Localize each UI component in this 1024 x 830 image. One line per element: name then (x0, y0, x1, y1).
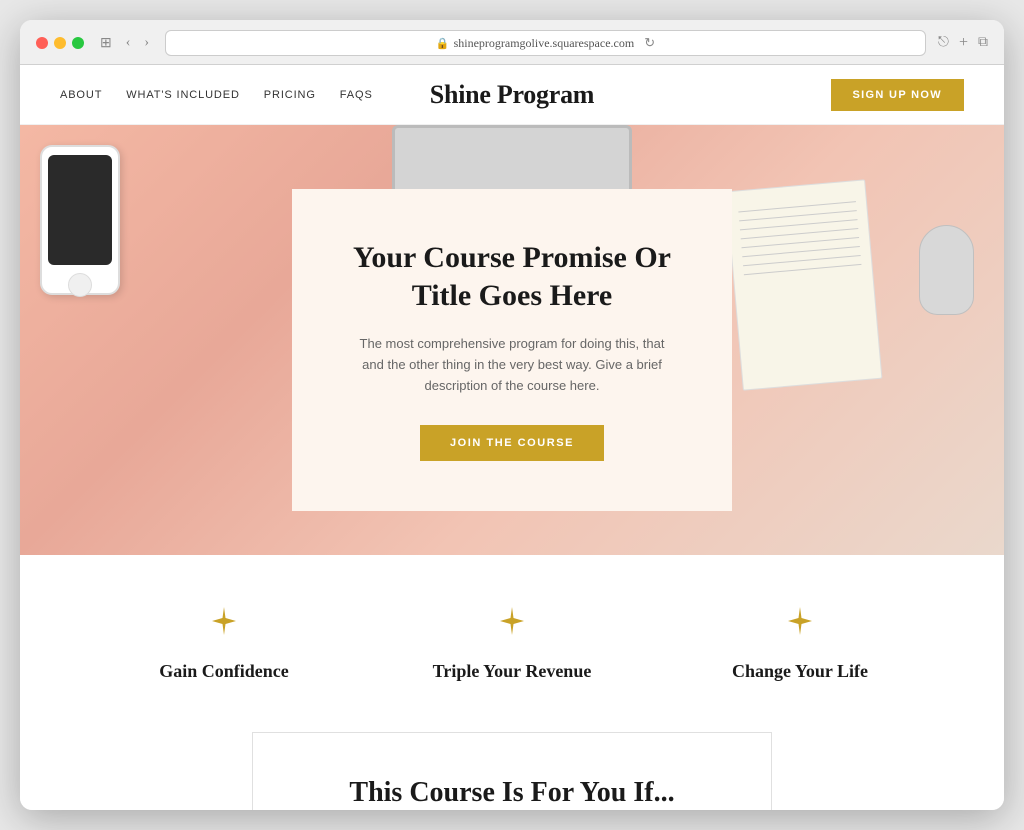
site-title: Shine Program (430, 80, 594, 110)
hero-mouse-decoration (919, 225, 974, 315)
nav-link-faqs[interactable]: FAQS (340, 89, 373, 101)
feature-change-life: Change Your Life (656, 605, 944, 682)
maximize-button[interactable] (72, 37, 84, 49)
nav-link-whats-included[interactable]: WHAT'S INCLUDED (126, 89, 240, 101)
back-icon[interactable]: ‹ (122, 33, 135, 53)
course-box-title: This Course Is For You If... (313, 777, 711, 809)
browser-actions: ⎋ + ⧉ (938, 34, 988, 52)
gain-confidence-icon (80, 605, 368, 645)
join-course-button[interactable]: JOIN THE COURSE (420, 425, 604, 461)
triple-revenue-label: Triple Your Revenue (368, 661, 656, 682)
notebook-lines (727, 180, 874, 304)
navigation: ABOUT WHAT'S INCLUDED PRICING FAQS Shine… (20, 65, 1004, 125)
course-section: This Course Is For You If... (20, 722, 1004, 810)
hero-section: Your Course Promise Or Title Goes Here T… (20, 125, 1004, 555)
browser-controls: ⊞ ‹ › (96, 33, 153, 54)
feature-triple-revenue: Triple Your Revenue (368, 605, 656, 682)
minimize-button[interactable] (54, 37, 66, 49)
hero-phone-decoration (40, 145, 120, 295)
phone-screen (48, 155, 112, 265)
signup-button[interactable]: SIGN UP NOW (831, 79, 965, 111)
change-life-label: Change Your Life (656, 661, 944, 682)
gain-confidence-label: Gain Confidence (80, 661, 368, 682)
view-toggle-icon[interactable]: ⊞ (96, 33, 116, 54)
hero-notebook-decoration (726, 179, 883, 390)
close-button[interactable] (36, 37, 48, 49)
browser-chrome: ⊞ ‹ › 🔒 shineprogramgolive.squarespace.c… (20, 20, 1004, 65)
phone-home-button (68, 273, 92, 297)
triple-revenue-icon (368, 605, 656, 645)
url-text: shineprogramgolive.squarespace.com (454, 36, 635, 51)
tabs-icon[interactable]: ⧉ (978, 35, 988, 51)
nav-links: ABOUT WHAT'S INCLUDED PRICING FAQS (60, 89, 373, 101)
page-content: ABOUT WHAT'S INCLUDED PRICING FAQS Shine… (20, 65, 1004, 810)
browser-window: ⊞ ‹ › 🔒 shineprogramgolive.squarespace.c… (20, 20, 1004, 810)
lock-icon: 🔒 (436, 37, 450, 50)
forward-icon[interactable]: › (140, 33, 153, 53)
change-life-icon (656, 605, 944, 645)
hero-card-description: The most comprehensive program for doing… (352, 334, 672, 396)
refresh-icon[interactable]: ↻ (644, 35, 655, 51)
share-icon[interactable]: ⎋ (938, 35, 949, 51)
traffic-lights (36, 37, 84, 49)
feature-gain-confidence: Gain Confidence (80, 605, 368, 682)
address-bar[interactable]: 🔒 shineprogramgolive.squarespace.com ↻ (165, 30, 926, 56)
nav-link-about[interactable]: ABOUT (60, 89, 102, 101)
hero-card-title: Your Course Promise Or Title Goes Here (352, 239, 672, 314)
hero-card: Your Course Promise Or Title Goes Here T… (292, 189, 732, 510)
new-tab-icon[interactable]: + (959, 34, 968, 52)
nav-link-pricing[interactable]: PRICING (264, 89, 316, 101)
features-section: Gain Confidence Triple Your Revenue Chan… (20, 555, 1004, 722)
course-box: This Course Is For You If... (252, 732, 772, 810)
